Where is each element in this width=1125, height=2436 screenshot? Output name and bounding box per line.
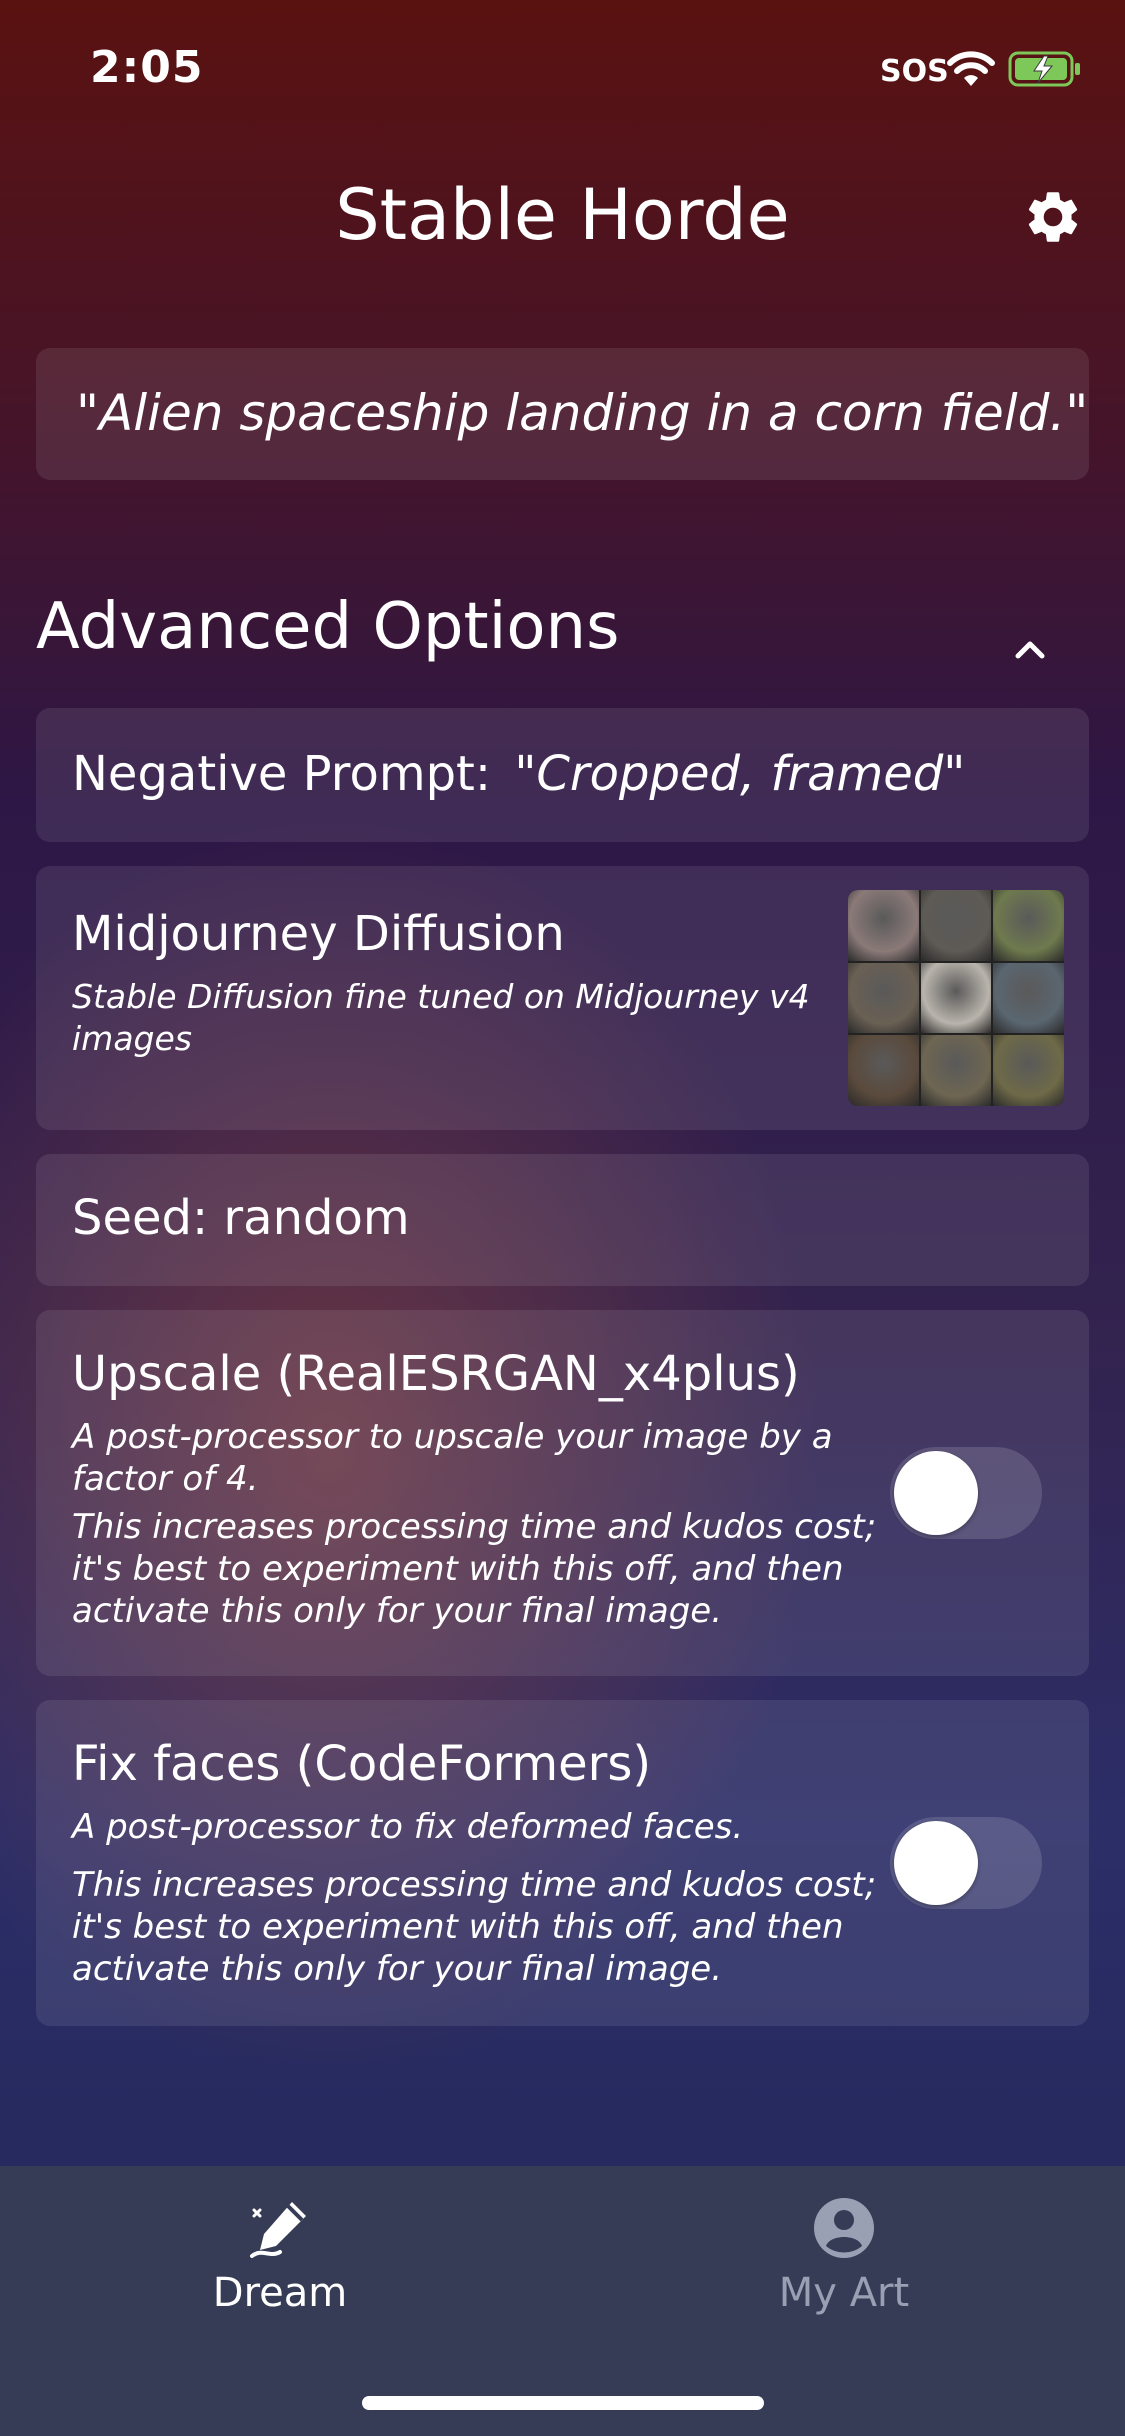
seed-label: Seed: random bbox=[72, 1190, 410, 1246]
home-indicator[interactable] bbox=[362, 2396, 764, 2410]
upscale-toggle[interactable] bbox=[890, 1447, 1042, 1539]
negative-prompt-value: "Cropped, framed" bbox=[514, 746, 966, 802]
model-preview-thumb bbox=[993, 962, 1064, 1034]
fix-faces-title: Fix faces (CodeFormers) bbox=[72, 1736, 652, 1792]
model-preview-thumb bbox=[993, 1035, 1064, 1106]
model-preview-grid bbox=[848, 890, 1064, 1106]
upscale-title: Upscale (RealESRGAN_x4plus) bbox=[72, 1346, 800, 1402]
tab-my-art[interactable]: My Art bbox=[694, 2196, 994, 2316]
model-preview-thumb bbox=[920, 1035, 992, 1106]
model-card[interactable]: Midjourney Diffusion Stable Diffusion fi… bbox=[36, 866, 1089, 1130]
toggle-knob bbox=[894, 1821, 978, 1905]
gear-icon[interactable] bbox=[1022, 186, 1084, 248]
negative-prompt-row: Negative Prompt: "Cropped, framed" bbox=[72, 746, 965, 802]
fix-faces-card: Fix faces (CodeFormers) A post-processor… bbox=[36, 1700, 1089, 2026]
fix-faces-note: This increases processing time and kudos… bbox=[72, 1865, 877, 1989]
model-preview-thumb bbox=[920, 890, 992, 961]
model-preview-thumb bbox=[920, 962, 992, 1034]
prompt-card[interactable]: "Alien spaceship landing in a corn field… bbox=[36, 348, 1089, 480]
model-name: Midjourney Diffusion bbox=[72, 906, 565, 962]
chevron-up-icon[interactable] bbox=[1006, 628, 1054, 668]
negative-prompt-label: Negative Prompt: bbox=[72, 746, 492, 802]
battery-charging-icon bbox=[1008, 51, 1080, 87]
wifi-icon bbox=[947, 51, 995, 86]
prompt-text: "Alien spaceship landing in a corn field… bbox=[76, 384, 1089, 442]
model-preview-thumb bbox=[848, 962, 919, 1034]
model-preview-thumb bbox=[848, 890, 919, 961]
upscale-card: Upscale (RealESRGAN_x4plus) A post-proce… bbox=[36, 1310, 1089, 1676]
tab-dream[interactable]: Dream bbox=[130, 2196, 430, 2316]
sos-indicator: SOS bbox=[880, 54, 949, 89]
fix-faces-description: A post-processor to fix deformed faces. bbox=[72, 1807, 744, 1847]
page-title: Stable Horde bbox=[335, 174, 790, 256]
model-preview-thumb bbox=[993, 890, 1064, 961]
pencil-draw-icon bbox=[250, 2202, 306, 2258]
model-preview-thumb bbox=[848, 1035, 919, 1106]
tab-my-art-label: My Art bbox=[778, 2270, 910, 2316]
upscale-note: This increases processing time and kudos… bbox=[72, 1507, 877, 1631]
fix-faces-toggle[interactable] bbox=[890, 1817, 1042, 1909]
user-circle-icon bbox=[814, 2198, 874, 2258]
upscale-description: A post-processor to upscale your image b… bbox=[72, 1417, 833, 1499]
tab-dream-label: Dream bbox=[212, 2270, 348, 2316]
advanced-options-title: Advanced Options bbox=[36, 590, 620, 664]
negative-prompt-card[interactable]: Negative Prompt: "Cropped, framed" bbox=[36, 708, 1089, 842]
model-description: Stable Diffusion fine tuned on Midjourne… bbox=[72, 977, 810, 1058]
toggle-knob bbox=[894, 1451, 978, 1535]
status-time: 2:05 bbox=[90, 42, 204, 93]
seed-card[interactable]: Seed: random bbox=[36, 1154, 1089, 1286]
